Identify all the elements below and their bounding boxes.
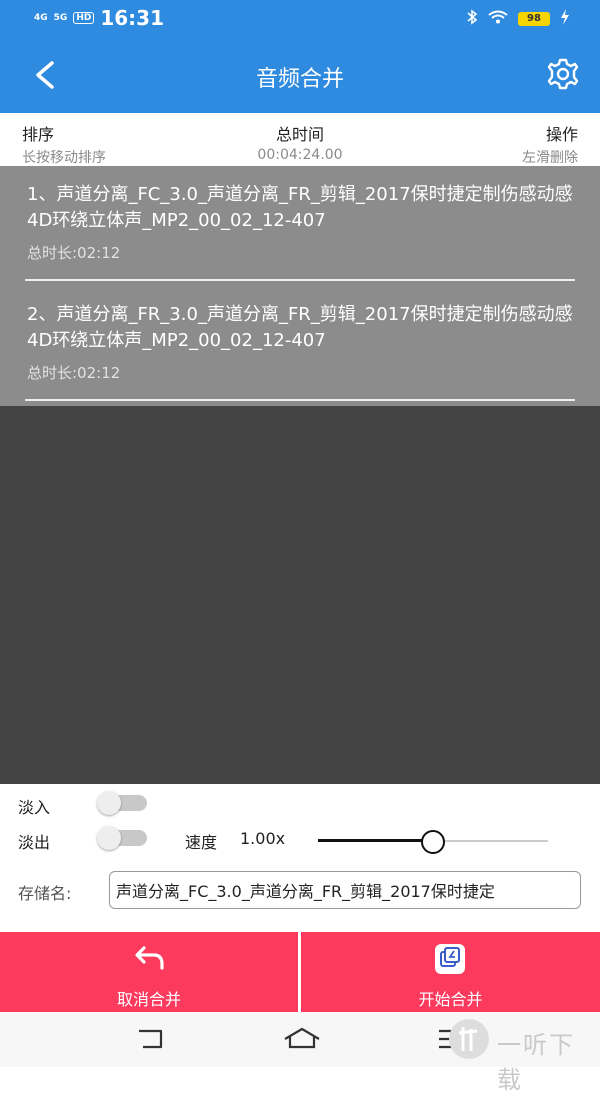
gear-icon bbox=[547, 58, 579, 90]
settings-button[interactable] bbox=[546, 57, 580, 91]
action-hint: 左滑删除 bbox=[522, 150, 578, 166]
wifi-icon bbox=[488, 10, 508, 28]
total-time-label: 总时间 bbox=[275, 125, 324, 144]
total-time-column: 总时间 00:04:24.00 bbox=[0, 121, 600, 163]
network-4g-indicator: 4G bbox=[34, 13, 48, 23]
divider bbox=[25, 279, 575, 281]
total-time-value: 00:04:24.00 bbox=[257, 147, 343, 163]
nav-back-button[interactable] bbox=[133, 1026, 167, 1052]
home-icon bbox=[284, 1027, 320, 1049]
charging-icon bbox=[560, 9, 570, 29]
speed-value: 1.00x bbox=[240, 829, 286, 848]
divider bbox=[25, 399, 575, 401]
toggle-knob bbox=[97, 826, 121, 850]
merge-icon bbox=[435, 944, 465, 974]
nav-back-icon bbox=[139, 1029, 163, 1049]
action-label: 操作 bbox=[545, 125, 578, 144]
track-title: 1、声道分离_FC_3.0_声道分离_FR_剪辑_2017保时捷定制伤感动感4D… bbox=[27, 184, 573, 231]
watermark-logo: 一听下载 bbox=[445, 1015, 593, 1094]
list-item[interactable]: 2、声道分离_FR_3.0_声道分离_FR_剪辑_2017保时捷定制伤感动感4D… bbox=[0, 286, 600, 406]
status-bar: 4G 5G HD 16:31 98 bbox=[0, 0, 600, 37]
cancel-merge-label: 取消合并 bbox=[116, 990, 181, 1009]
track-title: 2、声道分离_FR_3.0_声道分离_FR_剪辑_2017保时捷定制伤感动感4D… bbox=[27, 304, 573, 351]
bluetooth-icon bbox=[466, 9, 478, 29]
slider-fill bbox=[318, 839, 433, 842]
undo-icon bbox=[135, 946, 164, 970]
status-left: 4G 5G HD 16:31 bbox=[34, 6, 164, 30]
watermark-text: 一听下载 bbox=[497, 1031, 575, 1094]
fade-out-toggle[interactable] bbox=[97, 826, 149, 850]
fade-in-label: 淡入 bbox=[18, 798, 51, 817]
page-title: 音频合并 bbox=[255, 67, 344, 92]
action-column: 操作 左滑删除 bbox=[522, 121, 578, 167]
save-name-label: 存储名: bbox=[18, 884, 72, 903]
nav-home-button[interactable] bbox=[282, 1026, 320, 1052]
app-bar: 音频合并 bbox=[0, 37, 600, 113]
status-time: 16:31 bbox=[100, 6, 164, 30]
battery-indicator: 98 bbox=[518, 12, 550, 26]
fade-out-label: 淡出 bbox=[18, 833, 51, 852]
toggle-knob bbox=[97, 791, 121, 815]
start-merge-button[interactable]: 开始合并 bbox=[301, 932, 600, 1012]
network-5g-indicator: 5G bbox=[53, 13, 68, 23]
list-item[interactable]: 1、声道分离_FC_3.0_声道分离_FR_剪辑_2017保时捷定制伤感动感4D… bbox=[0, 166, 600, 286]
track-duration: 总时长:02:12 bbox=[27, 364, 121, 382]
save-name-input[interactable] bbox=[109, 871, 581, 909]
slider-thumb[interactable] bbox=[421, 830, 445, 854]
empty-overlay-area bbox=[0, 406, 600, 784]
hd-badge: HD bbox=[73, 12, 95, 24]
start-merge-label: 开始合并 bbox=[418, 990, 483, 1009]
watermark-logo-icon bbox=[449, 1019, 489, 1059]
cancel-merge-button[interactable]: 取消合并 bbox=[0, 932, 298, 1012]
track-duration: 总时长:02:12 bbox=[27, 244, 121, 262]
fade-in-toggle[interactable] bbox=[97, 791, 149, 815]
track-list: 1、声道分离_FC_3.0_声道分离_FR_剪辑_2017保时捷定制伤感动感4D… bbox=[0, 166, 600, 406]
system-nav-bar: 一听下载 bbox=[0, 1012, 600, 1094]
speed-label: 速度 bbox=[185, 833, 218, 852]
status-right: 98 bbox=[466, 9, 570, 29]
speed-slider[interactable] bbox=[318, 830, 548, 854]
merge-controls: 淡入 淡出 速度 1.00x 存储名: bbox=[0, 784, 600, 932]
list-header: 排序 长按移动排序 总时间 00:04:24.00 操作 左滑删除 bbox=[0, 113, 600, 166]
